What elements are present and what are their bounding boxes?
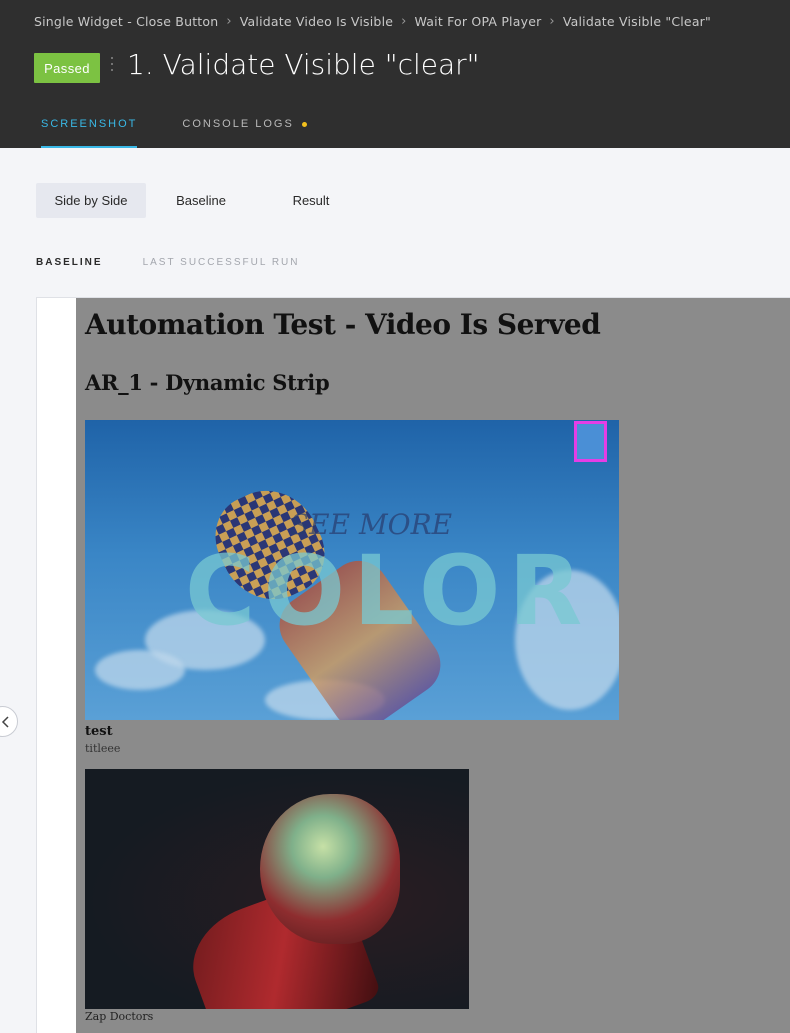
chevron-right-icon: › xyxy=(401,14,407,29)
previous-button[interactable] xyxy=(0,706,18,737)
video-caption-2: Zap Doctors xyxy=(85,1010,154,1023)
video-overlay-text: COLOR xyxy=(185,535,591,647)
video-overlay-script: SEE MORE xyxy=(290,508,453,541)
view-mode-toggle: Side by Side Baseline Result xyxy=(36,183,366,218)
breadcrumb-item-test[interactable]: Single Widget - Close Button xyxy=(34,14,218,29)
video-player-2 xyxy=(85,769,469,1009)
tab-label: CONSOLE LOGS xyxy=(182,118,294,130)
tab-console-logs[interactable]: CONSOLE LOGS xyxy=(182,118,307,146)
chevron-right-icon: › xyxy=(226,14,232,29)
run-header: Single Widget - Close Button › Validate … xyxy=(0,0,790,148)
tab-label: SCREENSHOT xyxy=(41,118,138,130)
video-player-1: COLOR SEE MORE xyxy=(85,420,619,720)
comparison-labels: BASELINE LAST SUCCESSFUL RUN xyxy=(36,257,339,268)
kebab-menu-icon[interactable] xyxy=(111,57,113,71)
baseline-label: BASELINE xyxy=(36,257,103,268)
result-button[interactable]: Result xyxy=(256,183,366,218)
figure-head-graphic xyxy=(260,794,400,944)
page-title: 1. Validate Visible "clear" xyxy=(127,48,480,81)
chevron-left-icon xyxy=(1,715,9,728)
chevron-right-icon: › xyxy=(549,14,555,29)
baseline-button[interactable]: Baseline xyxy=(146,183,256,218)
breadcrumb: Single Widget - Close Button › Validate … xyxy=(34,14,711,29)
status-badge: Passed xyxy=(34,53,100,83)
close-button-highlight xyxy=(574,421,607,462)
breadcrumb-item-step-2[interactable]: Wait For OPA Player xyxy=(415,14,542,29)
screenshot-subheading: AR_1 - Dynamic Strip xyxy=(85,370,330,395)
screenshot-heading: Automation Test - Video Is Served xyxy=(85,308,601,341)
video-caption-title: test xyxy=(85,724,113,739)
side-by-side-button[interactable]: Side by Side xyxy=(36,183,146,218)
breadcrumb-item-step-1[interactable]: Validate Video Is Visible xyxy=(240,14,393,29)
video-caption-subtitle: titleee xyxy=(85,742,121,755)
baseline-screenshot: Automation Test - Video Is Served AR_1 -… xyxy=(76,298,790,1033)
tab-screenshot[interactable]: SCREENSHOT xyxy=(41,118,138,148)
cloud xyxy=(95,650,185,690)
tab-bar: SCREENSHOT CONSOLE LOGS xyxy=(41,118,352,148)
last-successful-run-label: LAST SUCCESSFUL RUN xyxy=(142,257,300,268)
breadcrumb-item-current: Validate Visible "Clear" xyxy=(562,14,711,29)
notification-dot-icon xyxy=(301,121,307,127)
